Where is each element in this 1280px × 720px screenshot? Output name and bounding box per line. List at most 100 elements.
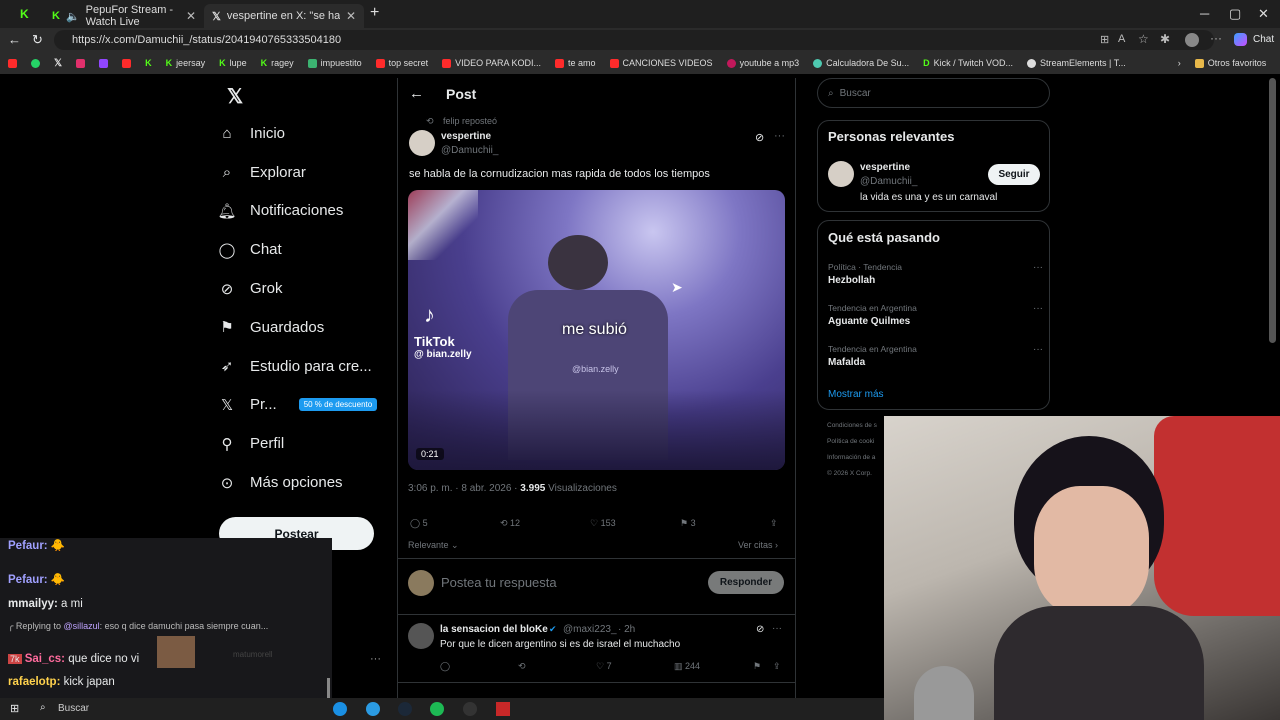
follow-button[interactable]: Seguir [988, 164, 1040, 185]
trend-item[interactable]: Tendencia en Argentina Mafalda ··· [828, 344, 1043, 368]
nav-item-chat[interactable]: ◯ Chat [218, 230, 393, 269]
reply-action[interactable]: ◯ 5 [410, 518, 428, 529]
youtube-icon[interactable] [122, 58, 132, 68]
nav-item-explorar[interactable]: ⌕ Explorar [218, 153, 393, 192]
instagram-icon[interactable] [76, 58, 86, 68]
reply-author-handle[interactable]: @maxi223_ [563, 624, 617, 635]
like-action[interactable]: ♡ 153 [590, 518, 616, 529]
more-options-icon[interactable]: ··· [370, 653, 381, 665]
bookmark-item[interactable]: Kjeersay [166, 58, 206, 68]
more-options-icon[interactable]: ··· [1033, 303, 1043, 314]
trend-item[interactable]: Tendencia en Argentina Aguante Quilmes ·… [828, 303, 1043, 327]
bookmark-action[interactable]: ⚑ 3 [680, 518, 696, 529]
steam-icon[interactable] [398, 702, 412, 716]
back-icon[interactable]: ← [8, 32, 21, 47]
url-field[interactable]: https://x.com/Damuchii_/status/204194076… [54, 30, 1214, 50]
back-arrow-icon[interactable]: ← [409, 85, 424, 102]
profile-avatar[interactable] [1185, 33, 1199, 47]
more-options-icon[interactable]: ··· [1033, 262, 1043, 273]
page-scrollbar[interactable] [1269, 78, 1276, 343]
grok-icon[interactable]: ⊘ [755, 131, 764, 144]
close-window-button[interactable]: ✕ [1258, 6, 1269, 22]
search-input[interactable]: ⌕ Buscar [817, 78, 1050, 108]
kick-icon[interactable]: K [145, 58, 152, 68]
share-icon[interactable]: ⇪ [770, 518, 778, 529]
trend-item[interactable]: Política · Tendencia Hezbollah ··· [828, 262, 1043, 286]
sort-dropdown[interactable]: Relevante ⌄ [408, 540, 459, 551]
refresh-icon[interactable]: ↻ [32, 32, 43, 48]
post-video[interactable]: ♪ TikTok @ bian.zelly me subió @bian.zel… [408, 190, 785, 470]
nav-item-grok[interactable]: ⊘ Grok [218, 269, 393, 308]
tab-pepufor[interactable]: K 🔈 PepuFor Stream - Watch Live ✕ [44, 4, 204, 28]
other-favorites[interactable]: Otros favoritos [1194, 58, 1266, 68]
bookmark-item[interactable]: CANCIONES VIDEOS [609, 58, 713, 68]
extensions-icon[interactable]: ✱ [1160, 32, 1170, 46]
windows-start-icon[interactable]: ⊞ [10, 702, 19, 715]
views-action[interactable]: ▥ 244 [674, 661, 700, 672]
grok-icon[interactable]: ⊘ [756, 624, 764, 635]
youtube-icon[interactable] [8, 58, 17, 68]
bookmark-item[interactable]: youtube a mp3 [726, 58, 799, 68]
edge-icon[interactable] [333, 702, 347, 716]
copilot-chat-label[interactable]: Chat [1253, 34, 1274, 45]
close-icon[interactable]: ✕ [346, 9, 356, 23]
bookmark-item[interactable]: te amo [555, 58, 596, 68]
reply-author-name[interactable]: la sensacion del bloKe [440, 624, 548, 635]
avatar[interactable] [828, 161, 854, 187]
new-tab-button[interactable]: + [370, 4, 379, 22]
tab-x-post[interactable]: 𝕏 vespertine en X: "se habla de la co ✕ [204, 4, 364, 28]
repost-action[interactable]: ⟲ [518, 661, 526, 672]
more-options-icon[interactable]: ··· [774, 130, 785, 142]
more-options-icon[interactable]: ··· [772, 623, 782, 634]
whatsapp-icon[interactable] [31, 58, 40, 68]
more-icon[interactable]: ··· [1210, 31, 1222, 45]
reply-input[interactable]: Postea tu respuesta [441, 575, 557, 590]
nav-item-inicio[interactable]: ⌂ Inicio [218, 114, 393, 153]
twitch-icon[interactable] [99, 58, 109, 68]
share-icon[interactable]: ⇪ [773, 661, 781, 672]
quotes-link[interactable]: Ver citas › [738, 540, 778, 550]
show-more-link[interactable]: Mostrar más [828, 389, 884, 400]
x-logo-icon[interactable]: 𝕏 [54, 58, 62, 69]
more-options-icon[interactable]: ··· [1033, 344, 1043, 355]
nav-item-notificaciones[interactable]: 🔔︎ Notificaciones [217, 192, 393, 231]
browser-icon[interactable] [366, 702, 380, 716]
avatar[interactable] [408, 623, 434, 649]
close-icon[interactable]: ✕ [186, 9, 196, 23]
bookmark-action[interactable]: ⚑ [753, 661, 761, 672]
reply-button[interactable]: Responder [708, 571, 784, 594]
bookmark-item[interactable]: Klupe [219, 58, 247, 68]
nav-item-estudio[interactable]: ➶ Estudio para cre... [218, 347, 393, 386]
maximize-button[interactable]: ▢ [1229, 6, 1241, 22]
bookmark-item[interactable]: top secret [375, 58, 428, 68]
bookmark-item[interactable]: D Kick / Twitch VOD... [923, 58, 1013, 68]
nav-item-perfil[interactable]: ⚲ Perfil [218, 424, 393, 463]
minimize-button[interactable]: ─ [1200, 6, 1209, 21]
obs-icon[interactable] [463, 702, 477, 716]
app-icon[interactable] [496, 702, 510, 716]
avatar[interactable] [409, 130, 435, 156]
chevron-right-icon[interactable]: › [1178, 58, 1181, 68]
repost-action[interactable]: ⟲ 12 [500, 518, 520, 529]
search-icon[interactable]: ⌕ [40, 702, 46, 713]
author-handle[interactable]: @Damuchii_ [441, 145, 498, 156]
person-handle[interactable]: @Damuchii_ [860, 176, 917, 187]
bookmark-item[interactable]: StreamElements | T... [1027, 58, 1126, 68]
read-aloud-icon[interactable]: A [1118, 33, 1125, 45]
kick-icon[interactable]: K [20, 7, 29, 21]
favorite-icon[interactable]: ☆ [1138, 32, 1149, 46]
copilot-icon[interactable] [1234, 33, 1247, 46]
chat-scrollbar[interactable] [327, 678, 330, 698]
taskbar-search[interactable]: Buscar [58, 703, 89, 714]
bookmark-item[interactable]: impuestito [307, 58, 362, 68]
bookmark-item[interactable]: VIDEO PARA KODI... [442, 58, 541, 68]
like-action[interactable]: ♡ 7 [596, 661, 612, 672]
person-name[interactable]: vespertine [860, 162, 910, 173]
nav-item-premium[interactable]: 𝕏 Pr... 50 % de descuento [218, 386, 393, 425]
spotify-icon[interactable] [430, 702, 444, 716]
bookmark-item[interactable]: Calculadora De Su... [813, 58, 909, 68]
nav-item-guardados[interactable]: ⚑ Guardados [218, 308, 393, 347]
author-name[interactable]: vespertine [441, 131, 491, 142]
nav-item-mas-opciones[interactable]: ⊙ Más opciones [218, 463, 393, 502]
reply-action[interactable]: ◯ [440, 661, 450, 672]
